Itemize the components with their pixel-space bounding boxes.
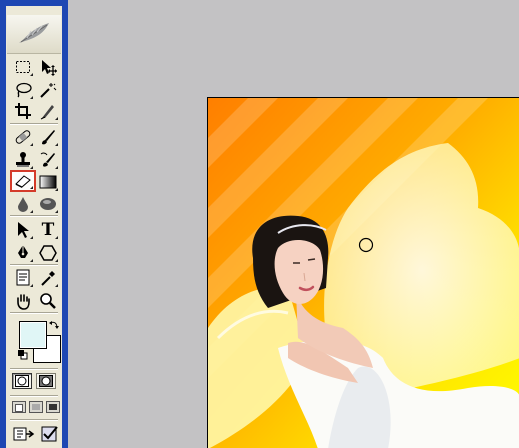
brush-tool[interactable] — [37, 127, 59, 147]
move-tool[interactable] — [37, 57, 59, 77]
default-colors-icon[interactable] — [18, 350, 28, 360]
blur-tool[interactable] — [12, 194, 34, 214]
eraser-tool[interactable] — [10, 170, 36, 192]
move-icon — [42, 60, 57, 76]
jump-to-imageready-button[interactable] — [12, 424, 36, 444]
notes-tool[interactable] — [12, 268, 34, 288]
hand-icon — [17, 294, 30, 310]
quick-mask-mode-button[interactable] — [36, 373, 56, 389]
edit-check-icon — [41, 426, 58, 442]
type-icon: T — [41, 220, 55, 240]
bride-photo-image — [208, 98, 519, 448]
path-selection-tool[interactable] — [12, 220, 34, 240]
swap-colors-icon[interactable] — [48, 319, 60, 331]
full-screen-icon[interactable] — [46, 401, 60, 413]
magnifier-icon — [40, 293, 56, 309]
clone-stamp-tool[interactable] — [12, 150, 34, 170]
lasso-tool[interactable] — [12, 80, 34, 100]
full-screen-menu-icon[interactable] — [29, 401, 43, 413]
toolbox-panel: T — [6, 6, 62, 448]
eyedropper-tool[interactable] — [37, 268, 59, 288]
standard-screen-icon[interactable] — [12, 401, 26, 413]
brush-cursor-icon — [358, 237, 374, 253]
quick-mask-mode-icon — [39, 375, 53, 387]
zoom-tool[interactable] — [37, 291, 59, 311]
shape-tool[interactable] — [37, 243, 59, 263]
toolbox: T — [0, 0, 68, 448]
crop-icon — [15, 103, 31, 119]
history-brush-tool[interactable] — [37, 150, 59, 170]
marquee-icon — [16, 61, 30, 73]
photoshop-feather-logo[interactable] — [7, 15, 61, 54]
dodge-tool[interactable] — [37, 194, 59, 214]
foreground-color-swatch[interactable] — [19, 321, 47, 349]
magic-wand-tool[interactable] — [37, 80, 59, 100]
edit-check-button[interactable] — [39, 424, 61, 444]
jump-to-imageready-icon — [13, 427, 35, 441]
healing-brush-tool[interactable] — [12, 127, 34, 147]
gradient-tool[interactable] — [37, 172, 59, 192]
pen-tool[interactable] — [12, 243, 34, 263]
standard-mode-button[interactable] — [12, 373, 32, 389]
feather-icon — [19, 23, 49, 43]
hand-tool[interactable] — [12, 291, 34, 311]
crop-tool[interactable] — [12, 101, 34, 121]
type-tool[interactable]: T — [37, 220, 59, 240]
marquee-tool[interactable] — [12, 57, 34, 77]
slice-tool[interactable] — [37, 101, 59, 121]
standard-mode-icon — [15, 375, 29, 387]
magic-wand-icon — [40, 83, 57, 98]
document-canvas[interactable] — [207, 97, 519, 448]
